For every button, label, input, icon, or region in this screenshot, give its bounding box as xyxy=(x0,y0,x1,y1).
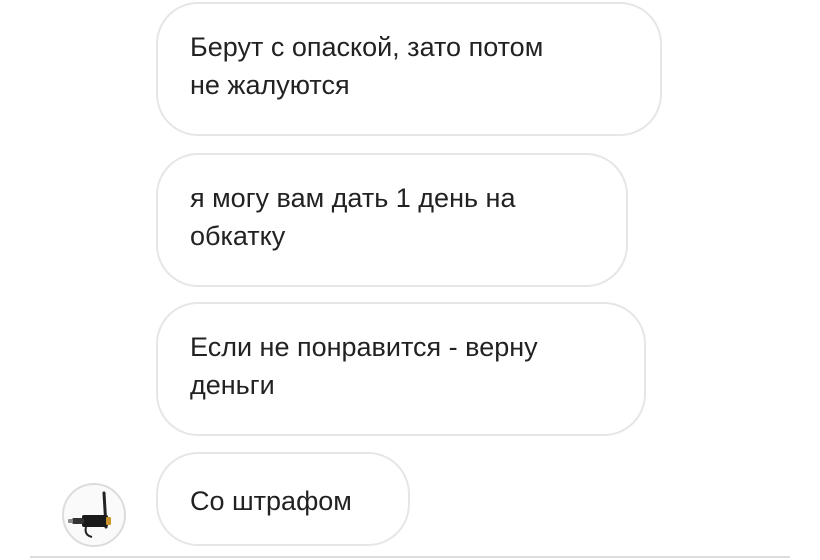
message-bubble[interactable]: Берут с опаской, зато потом не жалуются xyxy=(156,2,662,136)
sender-avatar[interactable] xyxy=(62,483,126,547)
car-charger-device-icon xyxy=(68,491,111,538)
message-bubble[interactable]: Со штрафом xyxy=(156,452,410,546)
message-bubble[interactable]: Если не понравится - верну деньги xyxy=(156,302,646,436)
input-divider xyxy=(30,556,790,558)
message-bubble[interactable]: я могу вам дать 1 день на обкатку xyxy=(156,153,628,287)
